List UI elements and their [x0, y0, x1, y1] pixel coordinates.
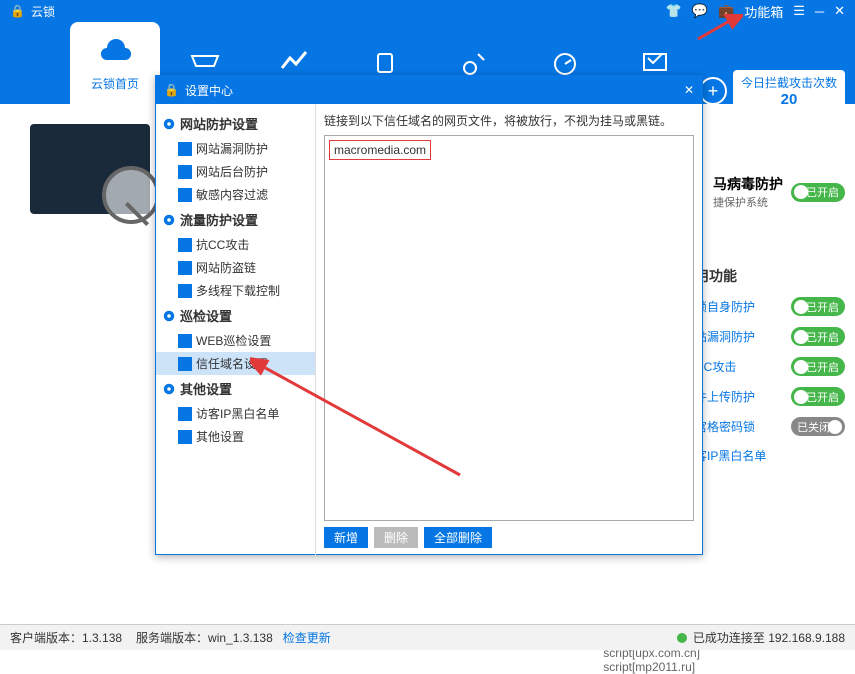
connection-status-icon: [677, 633, 687, 643]
item-icon: [178, 334, 192, 348]
settings-dialog: 🔒 设置中心 ✕ 网站防护设置网站漏洞防护网站后台防护敏感内容过滤流量防护设置抗…: [155, 75, 703, 555]
settings-group[interactable]: 其他设置: [156, 375, 315, 402]
item-icon: [178, 261, 192, 275]
feature-row: 宫格密码锁 已关闭: [695, 417, 845, 436]
item-icon: [178, 238, 192, 252]
feature-row: 客IP黑白名单: [695, 447, 845, 464]
item-icon: [178, 407, 192, 421]
item-icon: [178, 284, 192, 298]
delete-all-button[interactable]: 全部删除: [424, 527, 492, 548]
feature-panel: 用功能 锁自身防护已开启站漏洞防护已开启CC攻击已开启件上传防护已开启宫格密码锁…: [695, 266, 845, 475]
top-feature-switch[interactable]: 已开启: [791, 183, 845, 202]
item-icon: [178, 142, 192, 156]
shirt-icon[interactable]: 👕: [666, 3, 682, 19]
feature-row: 锁自身防护 已开启: [695, 297, 845, 316]
domain-entry[interactable]: macromedia.com: [329, 140, 431, 160]
item-icon: [178, 357, 192, 371]
feature-label[interactable]: 件上传防护: [695, 388, 755, 405]
dialog-titlebar: 🔒 设置中心 ✕: [156, 76, 702, 104]
settings-group[interactable]: 网站防护设置: [156, 110, 315, 137]
minimize-icon[interactable]: ─: [815, 4, 824, 19]
feature-switch[interactable]: 已关闭: [791, 417, 845, 436]
item-icon: [178, 165, 192, 179]
titlebar: 🔒 云锁 👕 💬 💼 功能箱 ☰ ─ ✕: [0, 0, 855, 22]
feature-switch[interactable]: 已开启: [791, 357, 845, 376]
chat-icon[interactable]: 💬: [692, 3, 708, 19]
feature-label[interactable]: 客IP黑白名单: [695, 447, 766, 464]
menu-icon[interactable]: ☰: [793, 3, 805, 19]
settings-item[interactable]: 访客IP黑白名单: [156, 402, 315, 425]
lock-icon: 🔒: [10, 4, 25, 18]
feature-label[interactable]: 站漏洞防护: [695, 328, 755, 345]
item-icon: [178, 188, 192, 202]
feature-label[interactable]: 锁自身防护: [695, 298, 755, 315]
feature-row: 站漏洞防护 已开启: [695, 327, 845, 346]
server-image: [30, 124, 150, 214]
settings-item[interactable]: 网站漏洞防护: [156, 137, 315, 160]
settings-item[interactable]: 抗CC攻击: [156, 233, 315, 256]
toolbox-label[interactable]: 功能箱: [744, 2, 783, 21]
lock-icon: 🔒: [164, 83, 179, 97]
add-button[interactable]: 新增: [324, 527, 368, 548]
settings-item[interactable]: 信任域名设置: [156, 352, 315, 375]
settings-group[interactable]: 巡检设置: [156, 302, 315, 329]
dialog-description: 链接到以下信任域名的网页文件，将被放行，不视为挂马或黑链。: [324, 112, 694, 129]
settings-item[interactable]: WEB巡检设置: [156, 329, 315, 352]
feature-switch[interactable]: 已开启: [791, 327, 845, 346]
tab-home[interactable]: 云锁首页: [70, 22, 160, 104]
app-title: 云锁: [31, 3, 55, 20]
settings-item[interactable]: 敏感内容过滤: [156, 183, 315, 206]
settings-item[interactable]: 网站后台防护: [156, 160, 315, 183]
item-icon: [178, 430, 192, 444]
dialog-close-icon[interactable]: ✕: [684, 83, 694, 97]
cloud-lock-icon: [97, 34, 133, 71]
feature-row: CC攻击已开启: [695, 357, 845, 376]
trusted-domain-list[interactable]: macromedia.com: [324, 135, 694, 521]
check-update-link[interactable]: 检查更新: [283, 629, 331, 646]
close-icon[interactable]: ✕: [834, 3, 845, 19]
dialog-sidebar: 网站防护设置网站漏洞防护网站后台防护敏感内容过滤流量防护设置抗CC攻击网站防盗链…: [156, 104, 316, 556]
delete-button[interactable]: 删除: [374, 527, 418, 548]
statusbar: 客户端版本：1.3.138 服务端版本：win_1.3.138 检查更新 已成功…: [0, 624, 855, 650]
settings-item[interactable]: 多线程下载控制: [156, 279, 315, 302]
settings-item[interactable]: 网站防盗链: [156, 256, 315, 279]
toolbox-icon[interactable]: 💼: [718, 3, 734, 19]
top-feature-panel: 马病毒防护 捷保护系统 已开启: [713, 174, 845, 210]
script-info: script[upx.com.cn] script[mp2011.ru]: [603, 646, 700, 674]
add-button[interactable]: +: [699, 77, 727, 105]
feature-switch[interactable]: 已开启: [791, 297, 845, 316]
feature-row: 件上传防护 已开启: [695, 387, 845, 406]
settings-group[interactable]: 流量防护设置: [156, 206, 315, 233]
settings-item[interactable]: 其他设置: [156, 425, 315, 448]
feature-label[interactable]: 宫格密码锁: [695, 418, 755, 435]
feature-switch[interactable]: 已开启: [791, 387, 845, 406]
